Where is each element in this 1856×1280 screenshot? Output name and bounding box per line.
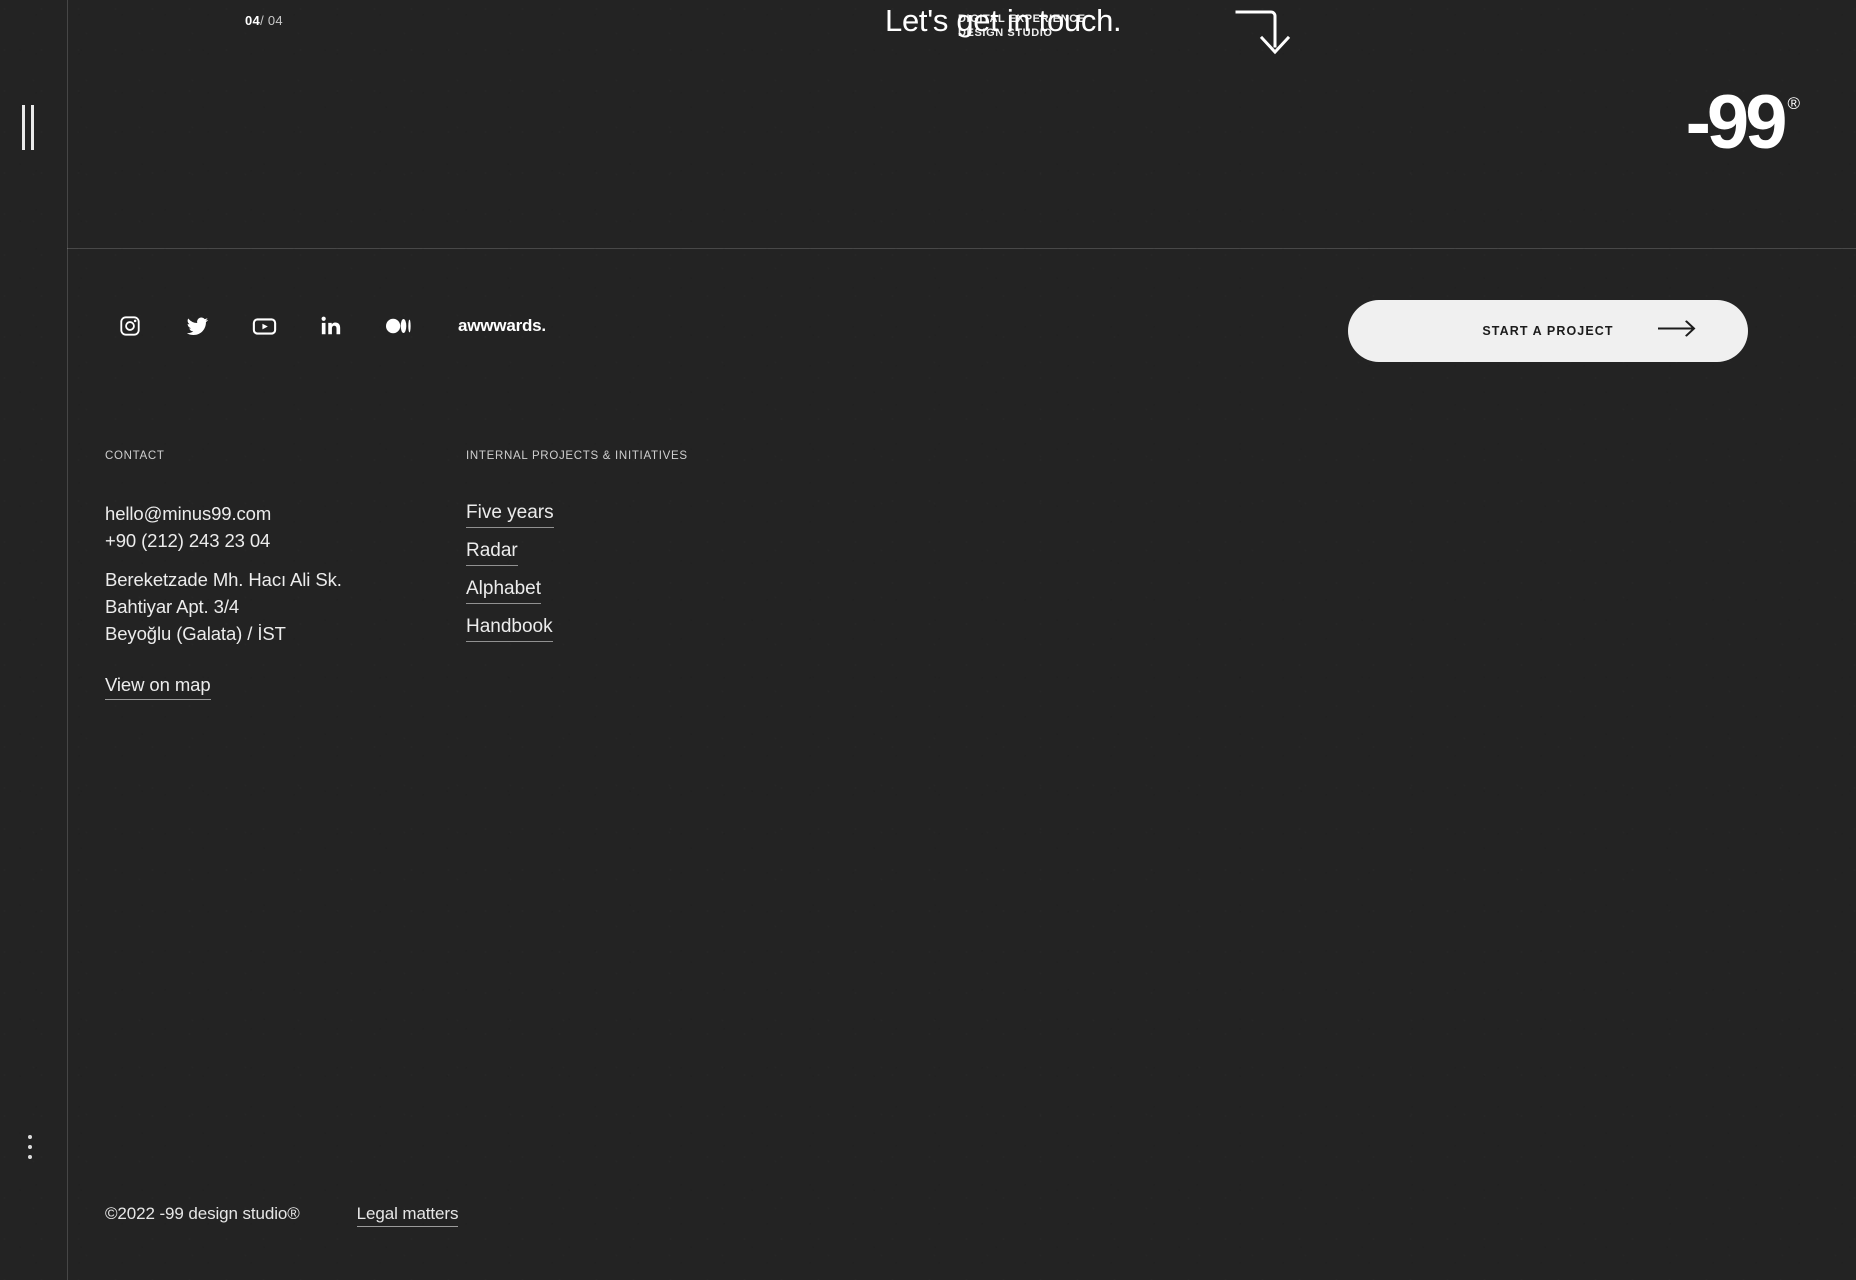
slide-counter: 04/ 04 [245,13,283,28]
kebab-dot-1 [28,1135,32,1139]
hero-section: 04/ 04 DIGITAL EXPERIENCE DESIGN STUDIO … [67,0,1856,248]
hero-divider [67,248,1856,249]
social-links-row: awwwards. [117,313,546,339]
medium-icon[interactable] [385,313,411,339]
instagram-icon[interactable] [117,313,143,339]
copyright-text: ©2022 -99 design studio® [105,1204,300,1223]
project-link-five-years[interactable]: Five years [466,500,554,528]
project-link-handbook[interactable]: Handbook [466,614,553,642]
kebab-dot-2 [28,1145,32,1149]
corner-down-arrow-icon [1235,8,1293,63]
slide-counter-separator: / [260,13,268,28]
pause-icon[interactable] [22,105,34,150]
contact-address-line-1: Bereketzade Mh. Hacı Ali Sk. [105,569,342,590]
contact-spacer [105,554,342,566]
contact-phone[interactable]: +90 (212) 243 23 04 [105,527,342,554]
brand-logo-mark: -99 [1685,80,1788,165]
legal-matters-link[interactable]: Legal matters [356,1204,458,1227]
project-link-alphabet[interactable]: Alphabet [466,576,542,604]
pause-bar-right [31,105,34,150]
linkedin-icon[interactable] [318,313,344,339]
slide-counter-current: 04 [245,13,261,28]
awwwards-link[interactable]: awwwards. [458,316,546,336]
arrow-right-icon [1658,320,1698,342]
contact-address-line-2: Bahtiyar Apt. 3/4 [105,596,240,617]
contact-column: CONTACT hello@minus99.com +90 (212) 243 … [105,450,342,700]
project-link-radar[interactable]: Radar [466,538,518,566]
contact-heading: CONTACT [105,450,165,462]
start-a-project-button[interactable]: START A PROJECT [1348,300,1748,362]
pause-bar-left [22,105,25,150]
kebab-dot-3 [28,1155,32,1159]
start-a-project-label: START A PROJECT [1482,324,1614,338]
footer: ©2022 -99 design studio® Legal matters [105,1204,458,1227]
brand-logo[interactable]: -99 ® [1685,80,1800,165]
internal-projects-column: INTERNAL PROJECTS & INITIATIVES Five yea… [466,450,688,652]
kebab-menu-icon[interactable] [28,1135,32,1159]
slide-counter-total: 04 [267,13,283,28]
hero-title-group: DIGITAL EXPERIENCE DESIGN STUDIO Let's g… [885,3,1122,39]
youtube-icon[interactable] [251,313,277,339]
internal-projects-heading: INTERNAL PROJECTS & INITIATIVES [466,450,688,462]
contact-email[interactable]: hello@minus99.com [105,500,342,527]
twitter-icon[interactable] [184,313,210,339]
view-on-map-link[interactable]: View on map [105,671,211,700]
brand-logo-registered: ® [1787,94,1800,113]
page-title: Let's get in touch. [885,3,1122,38]
contact-address-line-3: Beyoğlu (Galata) / İST [105,623,286,644]
